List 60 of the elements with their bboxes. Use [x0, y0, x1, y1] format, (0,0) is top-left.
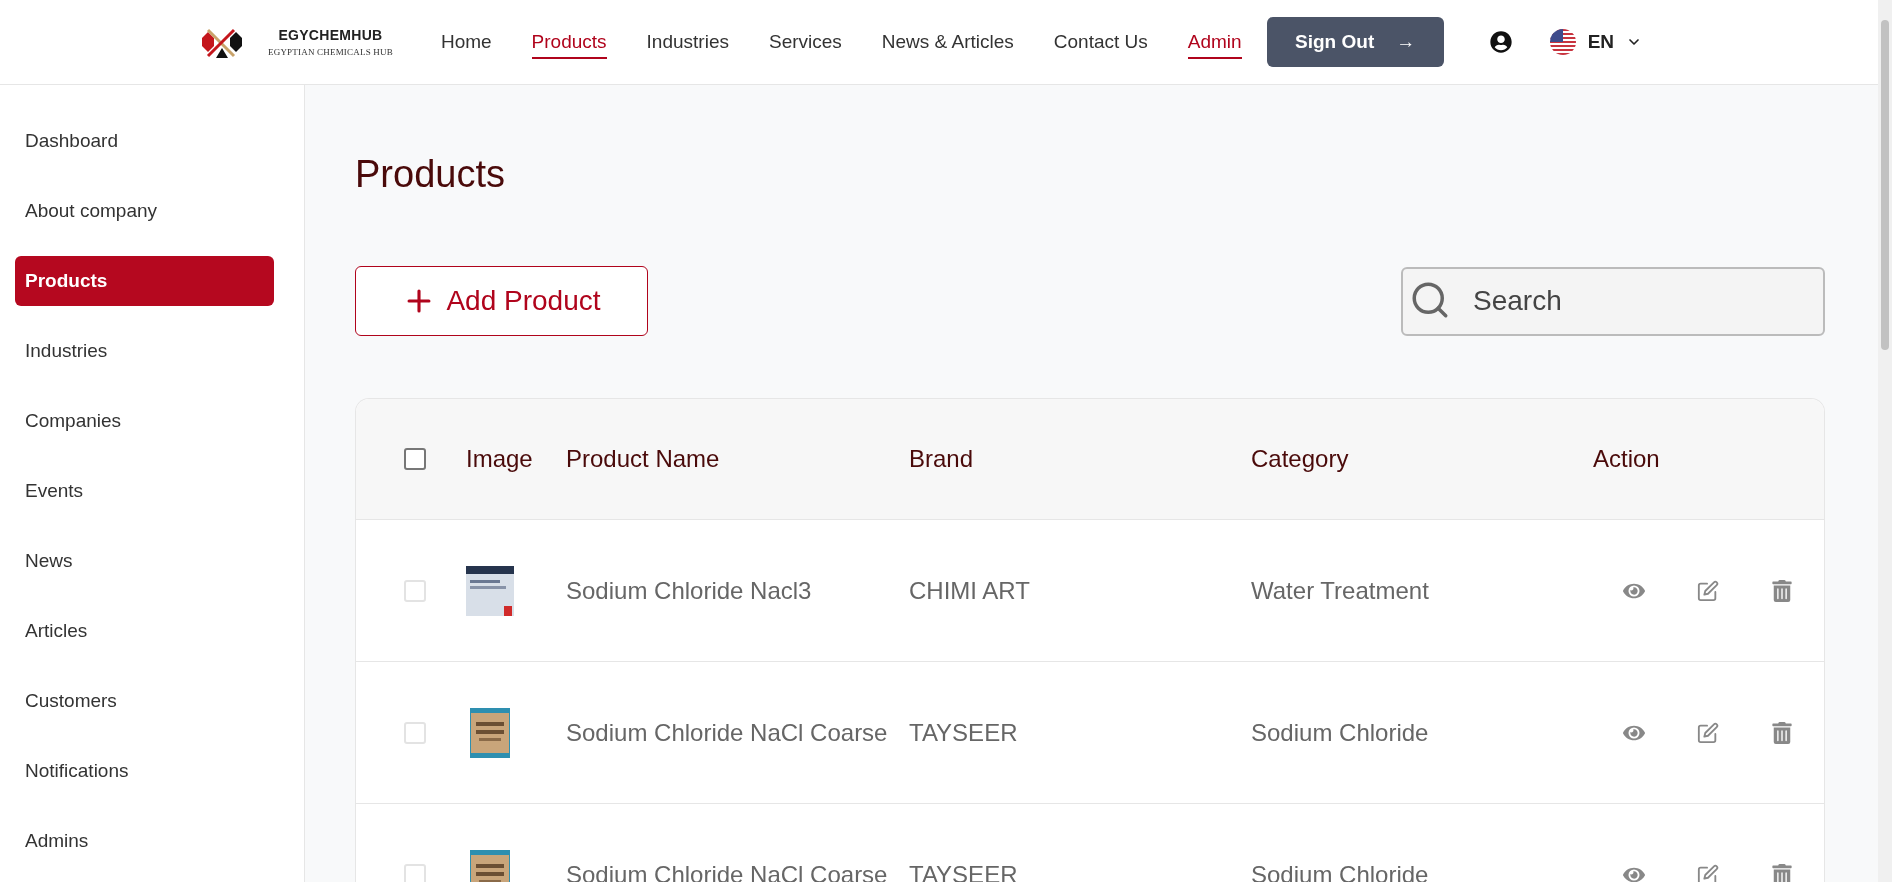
- product-name: Sodium Chloride NaCl Coarse: [566, 860, 889, 882]
- edit-icon: [1697, 721, 1719, 744]
- category: Sodium Chloride: [1251, 718, 1430, 747]
- select-all-checkbox[interactable]: [404, 448, 426, 470]
- nav-link[interactable]: Industries: [646, 31, 729, 59]
- add-product-button[interactable]: Add Product: [355, 266, 648, 336]
- sidebar-item[interactable]: News: [15, 536, 274, 586]
- sidebar-item[interactable]: Admins: [15, 816, 274, 866]
- nav-link[interactable]: Admin: [1187, 31, 1242, 59]
- scrollbar-thumb[interactable]: [1881, 20, 1889, 350]
- sidebar-item[interactable]: Customers: [15, 676, 274, 726]
- column-header: Product Name: [566, 445, 721, 473]
- category: Water Treatment: [1251, 576, 1430, 605]
- edit-icon: [1697, 579, 1719, 602]
- trash-icon: [1771, 579, 1793, 602]
- category: Sodium Chloride: [1251, 860, 1430, 882]
- brand: CHIMI ART: [909, 576, 1031, 605]
- user-icon[interactable]: [1489, 31, 1512, 53]
- trash-icon: [1771, 721, 1793, 744]
- page-title: Products: [355, 153, 506, 196]
- nav-link[interactable]: Products: [531, 31, 607, 59]
- brand: TAYSEER: [909, 860, 1019, 882]
- delete-button[interactable]: [1771, 579, 1793, 602]
- row-checkbox[interactable]: [404, 863, 426, 882]
- sidebar-item[interactable]: Companies: [15, 396, 274, 446]
- sidebar-item[interactable]: Products: [15, 256, 274, 306]
- nav-link[interactable]: News & Articles: [881, 31, 1014, 59]
- edit-button[interactable]: [1697, 863, 1719, 882]
- logo-title: EGYCHEMHUB: [278, 27, 383, 43]
- nav-link[interactable]: Contact Us: [1053, 31, 1148, 59]
- delete-button[interactable]: [1771, 721, 1793, 744]
- nav-link[interactable]: Home: [440, 31, 492, 59]
- column-header: Action: [1593, 445, 1661, 473]
- edit-button[interactable]: [1697, 721, 1719, 744]
- column-header: Category: [1251, 445, 1350, 473]
- edit-icon: [1697, 863, 1719, 882]
- sidebar-item[interactable]: Notifications: [15, 746, 274, 796]
- sidebar-item[interactable]: About company: [15, 186, 274, 236]
- flag-icon: [1549, 29, 1576, 55]
- product-name: Sodium Chloride NaCl Coarse: [566, 718, 889, 747]
- delete-button[interactable]: [1771, 863, 1793, 882]
- row-checkbox[interactable]: [404, 579, 426, 602]
- column-header: Brand: [909, 445, 975, 473]
- brand: TAYSEER: [909, 718, 1019, 747]
- logo-icon: [200, 26, 244, 58]
- sidebar-item[interactable]: Articles: [15, 606, 274, 656]
- search-field[interactable]: Search: [1401, 266, 1825, 336]
- nav-link[interactable]: Services: [768, 31, 842, 59]
- logo-subtitle: EGYPTIAN CHEMICALS HUB: [268, 47, 393, 57]
- column-header: Image: [466, 445, 534, 473]
- sidebar-item[interactable]: Events: [15, 466, 274, 516]
- sign-out-button[interactable]: Sign Out →: [1266, 17, 1444, 67]
- trash-icon: [1771, 863, 1793, 882]
- scrollbar[interactable]: [1878, 0, 1892, 882]
- product-name: Sodium Chloride Nacl3: [566, 576, 813, 605]
- edit-button[interactable]: [1697, 579, 1719, 602]
- language-selector[interactable]: EN: [1549, 29, 1643, 55]
- sidebar-item[interactable]: Dashboard: [15, 116, 274, 166]
- row-checkbox[interactable]: [404, 721, 426, 744]
- sidebar-item[interactable]: Industries: [15, 326, 274, 376]
